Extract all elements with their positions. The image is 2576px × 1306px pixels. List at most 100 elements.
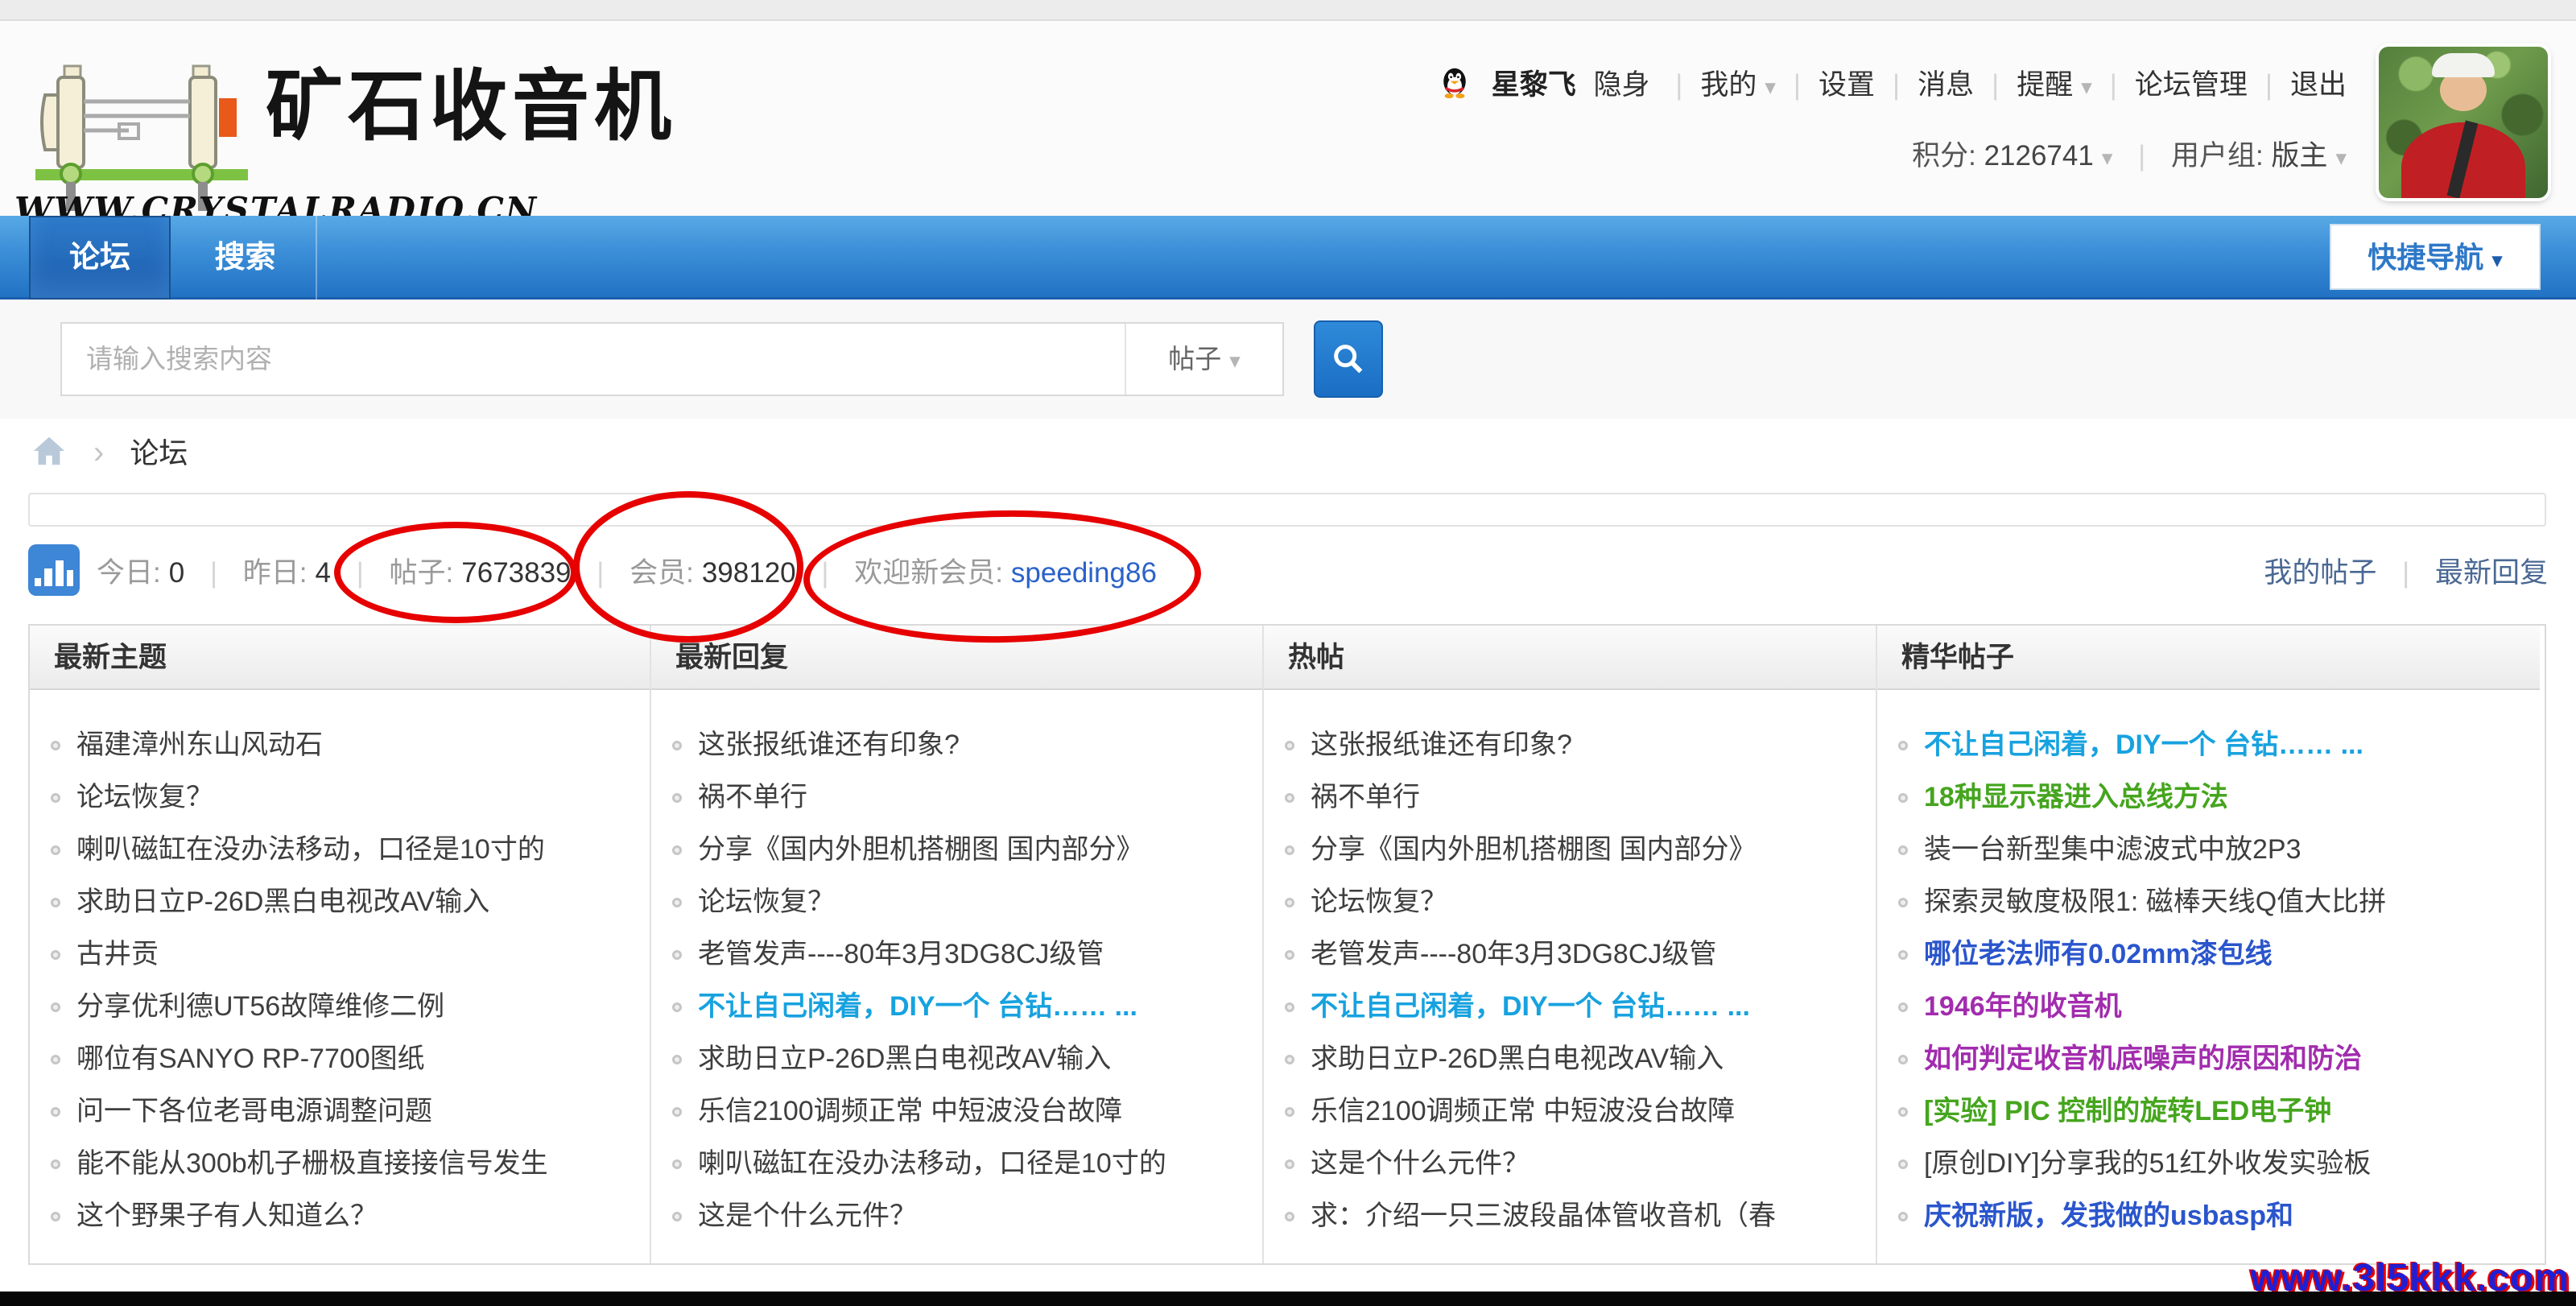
search-scope-dropdown[interactable]: 帖子 (1125, 324, 1282, 395)
bullet-icon (1285, 1159, 1294, 1169)
column-hot-posts: 热帖这张报纸谁还有印象?祸不单行分享《国内外胆机搭棚图 国内部分》论坛恢复？老管… (1264, 626, 1877, 1263)
menu-item-我的[interactable]: 我的 (1700, 69, 1757, 101)
topic-link[interactable]: 论坛恢复？ (698, 887, 835, 917)
tab-forum[interactable]: 论坛 (29, 216, 171, 300)
chevron-down-icon (2483, 241, 2503, 274)
bullet-icon (51, 1002, 60, 1012)
topic-link[interactable]: 这是个什么元件？ (698, 1201, 917, 1231)
bullet-icon (1285, 1212, 1294, 1221)
topic-link[interactable]: 乐信2100调频正常 中短波没台故障 (698, 1096, 1122, 1126)
topic-list-item: 能不能从300b机子栅极直接接信号发生 (51, 1138, 638, 1190)
topic-link[interactable]: [原创DIY]分享我的51红外收发实验板 (1924, 1148, 2371, 1179)
topic-link[interactable]: 不让自己闲着，DIY一个 台钻…… ... (1311, 991, 1750, 1022)
latest-replies-link[interactable]: 最新回复 (2435, 557, 2548, 589)
bar-chart-icon (28, 544, 80, 596)
topic-list-item: 乐信2100调频正常 中短波没台故障 (1285, 1085, 1864, 1138)
topic-list-item: 哪位有SANYO RP-7700图纸 (51, 1033, 638, 1085)
topic-link[interactable]: [实验] PIC 控制的旋转LED电子钟 (1924, 1096, 2331, 1126)
browser-top-strip (0, 0, 2576, 21)
topic-link[interactable]: 求：介绍一只三波段晶体管收音机（春 (1311, 1201, 1776, 1231)
bullet-icon (1285, 1055, 1294, 1064)
topic-link[interactable]: 不让自己闲着，DIY一个 台钻…… ... (698, 991, 1137, 1022)
topic-link[interactable]: 老管发声----80年3月3DG8CJ级管 (698, 939, 1104, 969)
topic-link[interactable]: 这张报纸谁还有印象? (1311, 729, 1572, 760)
bullet-icon (1898, 1055, 1908, 1064)
topic-link[interactable]: 问一下各位老哥电源调整问题 (76, 1096, 432, 1126)
my-posts-link[interactable]: 我的帖子 (2264, 557, 2376, 589)
bullet-icon (51, 1212, 60, 1221)
quick-nav-button[interactable]: 快捷导航 (2330, 224, 2541, 290)
bullet-icon (672, 1159, 682, 1169)
divider (2092, 69, 2135, 101)
topic-list-item: 祸不单行 (672, 771, 1251, 824)
topic-link[interactable]: 这是个什么元件？ (1311, 1148, 1530, 1179)
topic-link[interactable]: 乐信2100调频正常 中短波没台故障 (1311, 1096, 1735, 1126)
topic-link[interactable]: 喇叭磁缸在没办法移动，口径是10寸的 (698, 1148, 1166, 1179)
user-panel: 星黎飞 隐身 我的设置消息提醒论坛管理退出 积分: 2126741 用户组: 版… (1437, 61, 2347, 180)
breadcrumb-forum-link[interactable]: 论坛 (130, 436, 188, 469)
username-link[interactable]: 星黎飞 (1492, 69, 1576, 101)
tab-search[interactable]: 搜索 (174, 216, 317, 300)
bullet-icon (1285, 845, 1294, 855)
forum-board-table: 最新主题福建漳州东山风动石论坛恢复？喇叭磁缸在没办法移动，口径是10寸的求助日立… (28, 624, 2546, 1265)
menu-item-论坛管理[interactable]: 论坛管理 (2135, 69, 2248, 101)
bullet-icon (51, 1107, 60, 1117)
today-value: 0 (169, 557, 184, 589)
menu-item-提醒[interactable]: 提醒 (2017, 69, 2073, 101)
search-input[interactable] (62, 324, 1125, 395)
bottom-bar (0, 1292, 2576, 1306)
topic-link[interactable]: 如何判定收音机底噪声的原因和防治 (1924, 1044, 2362, 1074)
topic-link[interactable]: 论坛恢复？ (76, 782, 213, 812)
topic-list-item: 这个野果子有人知道么？ (51, 1190, 638, 1242)
topic-link[interactable]: 1946年的收音机 (1924, 991, 2122, 1022)
topic-link[interactable]: 庆祝新版，发我做的usbasp和 (1924, 1201, 2293, 1231)
topic-link[interactable]: 哪位老法师有0.02mm漆包线 (1924, 939, 2273, 969)
topic-link[interactable]: 求助日立P-26D黑白电视改AV输入 (76, 887, 489, 917)
topic-link[interactable]: 探索灵敏度极限1: 磁棒天线Q值大比拼 (1924, 887, 2386, 917)
topic-link[interactable]: 分享《国内外胆机搭棚图 国内部分》 (698, 834, 1143, 865)
breadcrumb-separator (76, 436, 122, 469)
topic-link[interactable]: 不让自己闲着，DIY一个 台钻…… ... (1924, 729, 2363, 760)
topic-list-item: 喇叭磁缸在没办法移动，口径是10寸的 (672, 1138, 1251, 1190)
divider (1776, 69, 1818, 101)
menu-item-消息[interactable]: 消息 (1918, 69, 1974, 101)
topic-link[interactable]: 福建漳州东山风动石 (76, 729, 323, 760)
topic-link[interactable]: 论坛恢复？ (1311, 887, 1447, 917)
avatar[interactable] (2379, 47, 2548, 198)
topic-link[interactable]: 哪位有SANYO RP-7700图纸 (76, 1044, 425, 1074)
bullet-icon (51, 1055, 60, 1064)
topic-link[interactable]: 喇叭磁缸在没办法移动，口径是10寸的 (76, 834, 545, 865)
site-logo[interactable]: 矿石收音机 WWW.CRYSTALRADIO.CN (0, 21, 886, 216)
search-box: 帖子 (60, 322, 1284, 396)
topic-link[interactable]: 祸不单行 (698, 782, 807, 812)
topic-link[interactable]: 分享《国内外胆机搭棚图 国内部分》 (1311, 834, 1756, 865)
topic-link[interactable]: 这个野果子有人知道么？ (76, 1201, 378, 1231)
topic-link[interactable]: 分享优利德UT56故障维修二例 (76, 991, 444, 1022)
topic-link[interactable]: 这张报纸谁还有印象? (698, 729, 960, 760)
bullet-icon (1898, 845, 1908, 855)
topic-list: 不让自己闲着，DIY一个 台钻…… ... 18种显示器进入总线方法装一台新型集中… (1877, 690, 2540, 1263)
topic-link[interactable]: 求助日立P-26D黑白电视改AV输入 (698, 1044, 1111, 1074)
topic-list-item: 乐信2100调频正常 中短波没台故障 (672, 1085, 1251, 1138)
menu-item-退出[interactable]: 退出 (2290, 69, 2347, 101)
search-button[interactable] (1314, 320, 1383, 398)
topic-list-item: 求：介绍一只三波段晶体管收音机（春 (1285, 1190, 1864, 1242)
column-header: 精华帖子 (1877, 626, 2540, 690)
topic-link[interactable]: 能不能从300b机子栅极直接接信号发生 (76, 1148, 548, 1179)
home-icon[interactable] (31, 436, 76, 469)
bullet-icon (672, 1107, 682, 1117)
topic-link[interactable]: 装一台新型集中滤波式中放2P3 (1924, 834, 2301, 865)
menu-item-设置[interactable]: 设置 (1818, 69, 1875, 101)
topic-link[interactable]: 古井贡 (76, 939, 159, 969)
credits-value[interactable]: 2126741 (1984, 140, 2094, 172)
topic-link[interactable]: 求助日立P-26D黑白电视改AV输入 (1311, 1044, 1724, 1074)
divider (1657, 69, 1700, 101)
topic-link[interactable]: 老管发声----80年3月3DG8CJ级管 (1311, 939, 1716, 969)
topic-list-item: 求助日立P-26D黑白电视改AV输入 (51, 876, 638, 928)
bullet-icon (51, 898, 60, 907)
bullet-icon (672, 741, 682, 750)
topic-link[interactable]: 18种显示器进入总线方法 (1924, 782, 2228, 812)
usergroup-value[interactable]: 版主 (2271, 140, 2327, 172)
topic-list-item: [原创DIY]分享我的51红外收发实验板 (1898, 1138, 2529, 1190)
topic-link[interactable]: 祸不单行 (1311, 782, 1420, 812)
